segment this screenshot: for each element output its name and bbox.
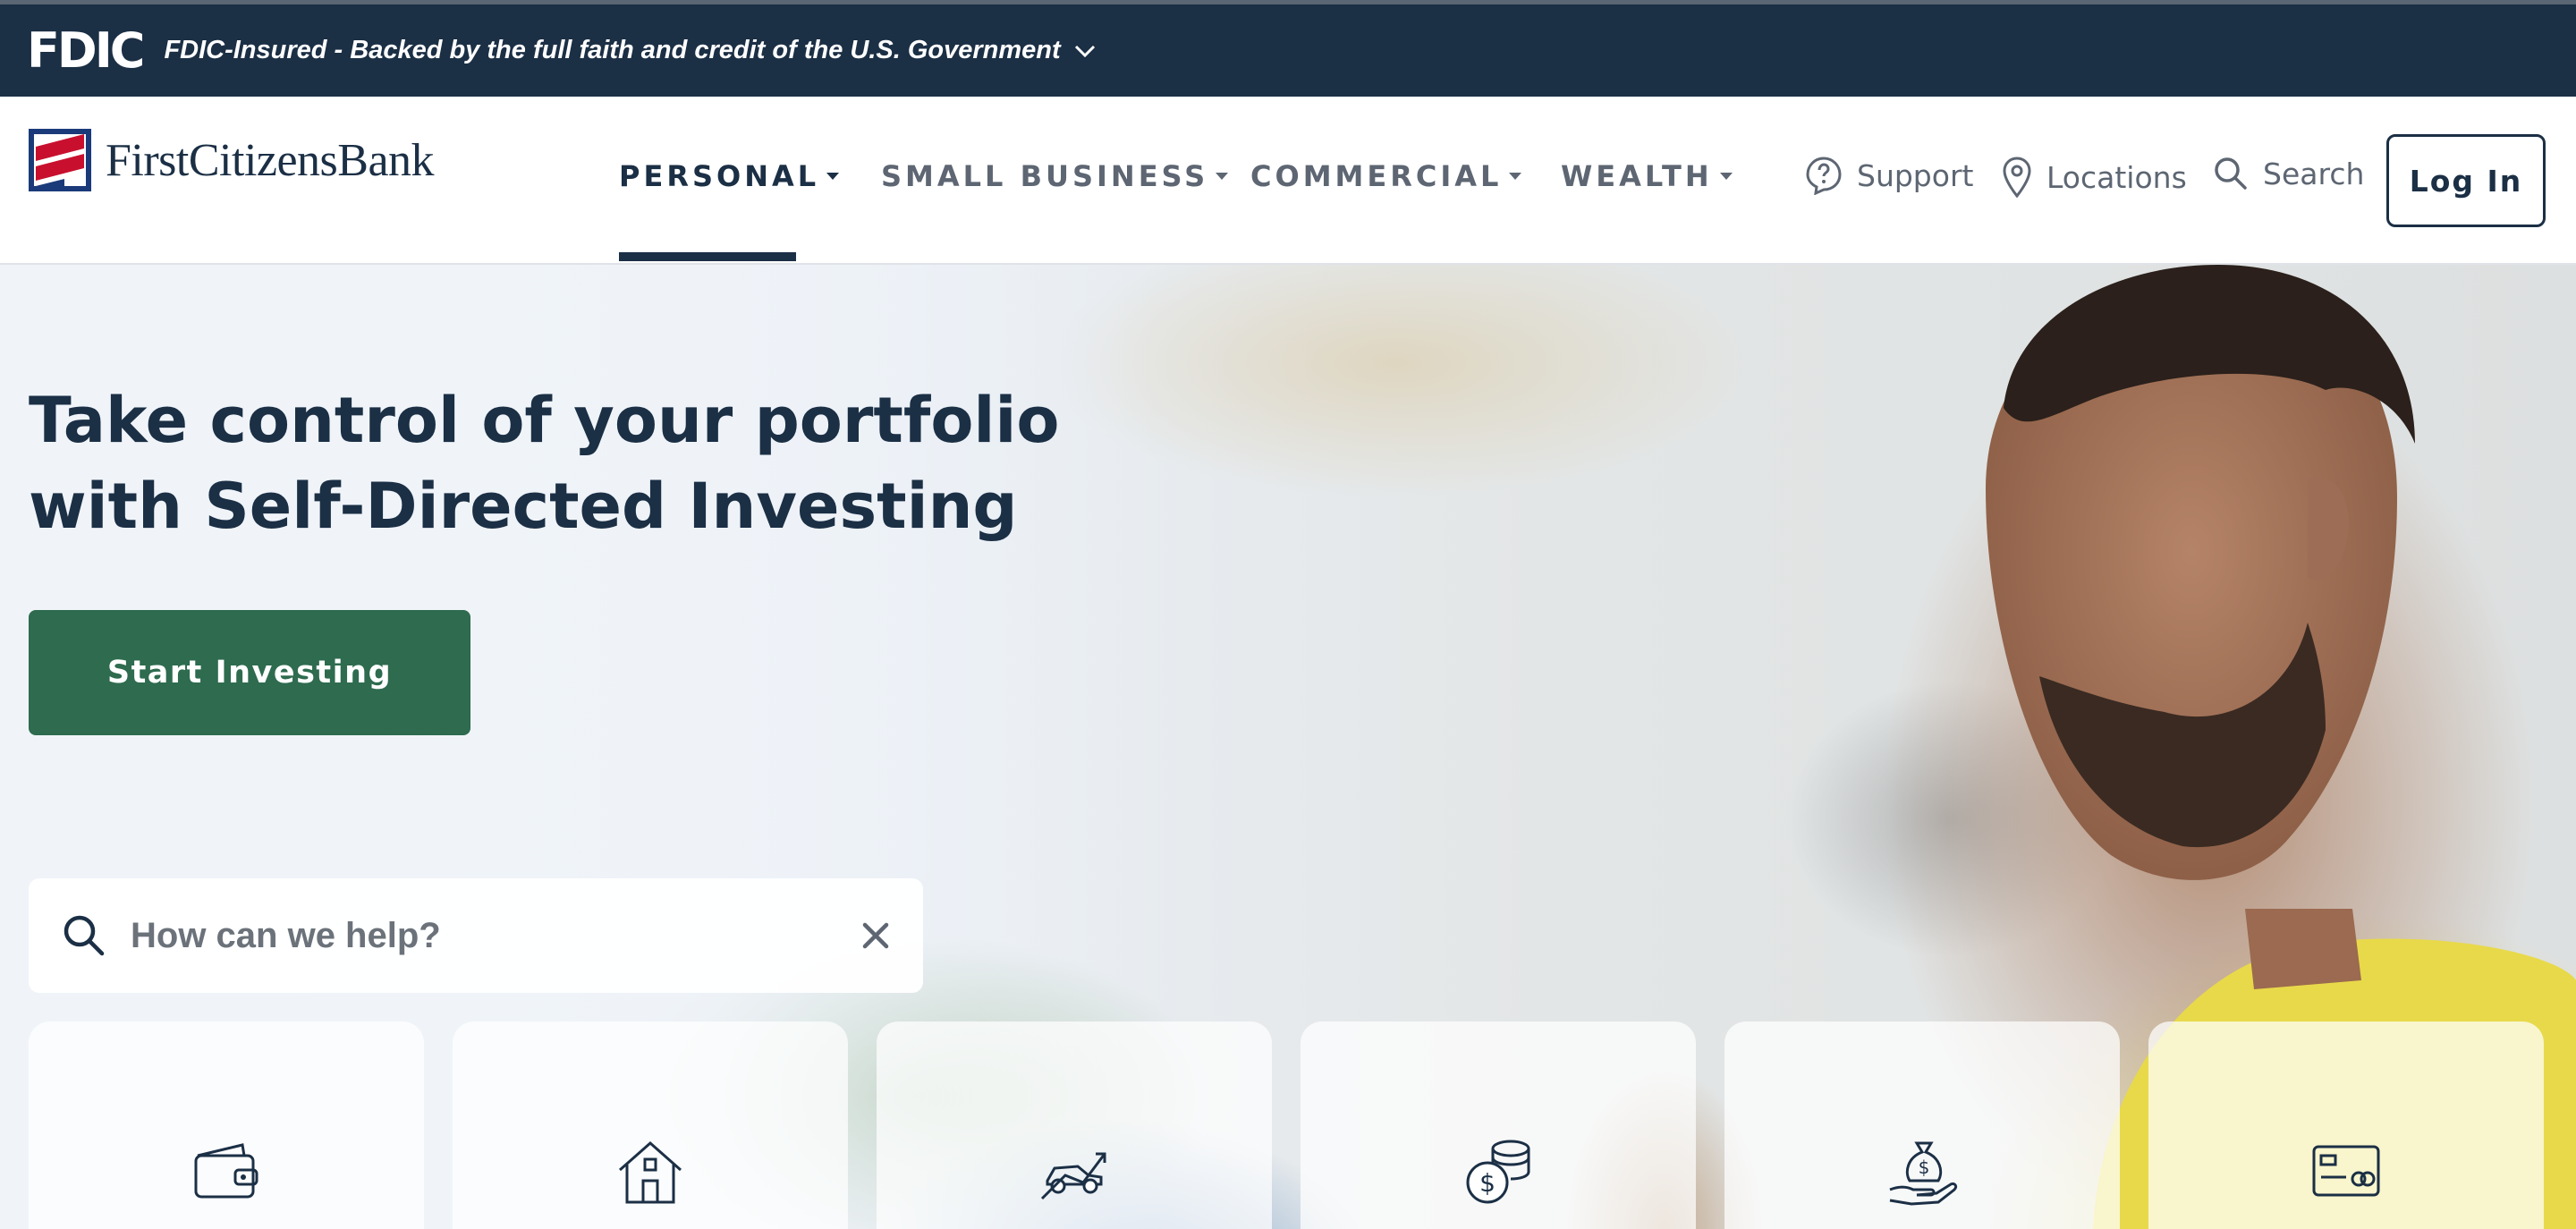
caret-down-icon — [1216, 173, 1229, 180]
caret-down-icon — [1719, 173, 1733, 180]
log-in-button[interactable]: Log In — [2386, 134, 2546, 227]
brand-name: FirstCitizensBank — [106, 134, 435, 186]
search-label: Search — [2263, 156, 2365, 191]
car-icon — [1040, 1152, 1106, 1200]
flag-logo-icon — [29, 129, 91, 191]
close-icon[interactable] — [860, 920, 891, 951]
start-investing-button[interactable]: Start Investing — [29, 610, 470, 735]
tile-credit-card[interactable] — [2148, 1021, 2544, 1229]
nav-commercial[interactable]: COMMERCIAL — [1250, 159, 1522, 193]
locations-label: Locations — [2046, 159, 2187, 195]
brand-logo[interactable]: FirstCitizensBank — [29, 129, 435, 191]
money-bag-hand-icon: $ — [1889, 1141, 1958, 1206]
tile-savings[interactable]: $ — [1301, 1021, 1696, 1229]
chevron-down-icon[interactable] — [1072, 38, 1098, 64]
map-pin-icon — [2003, 157, 2031, 199]
tile-auto[interactable] — [877, 1021, 1272, 1229]
credit-card-icon — [2312, 1145, 2380, 1197]
tile-wallet[interactable] — [29, 1021, 424, 1229]
tile-investing[interactable]: $ — [1724, 1021, 2120, 1229]
hero-banner: Take control of your portfolio with Self… — [0, 265, 2576, 1229]
nav-personal[interactable]: PERSONAL — [619, 159, 840, 193]
search-link[interactable]: Search — [2213, 156, 2364, 191]
hero-headline: Take control of your portfolio with Self… — [29, 377, 1060, 549]
support-link[interactable]: Support — [1805, 156, 1973, 195]
nav-label: COMMERCIAL — [1250, 159, 1503, 193]
nav-small-business[interactable]: SMALL BUSINESS — [881, 159, 1229, 193]
search-icon — [2215, 157, 2247, 190]
help-search-input[interactable]: How can we help? — [131, 916, 860, 956]
nav-label: SMALL BUSINESS — [881, 159, 1209, 193]
product-tiles: $ $ — [29, 1021, 2547, 1229]
svg-text:$: $ — [1919, 1157, 1930, 1178]
caret-down-icon — [826, 173, 840, 180]
question-bubble-icon — [1806, 157, 1842, 195]
nav-label: WEALTH — [1561, 159, 1713, 193]
fdic-banner: FDIC FDIC-Insured - Backed by the full f… — [0, 0, 2576, 97]
headline-line-1: Take control of your portfolio — [29, 384, 1060, 457]
fdic-logo: FDIC — [27, 21, 145, 79]
site-header: FirstCitizensBank PERSONAL SMALL BUSINES… — [0, 97, 2576, 265]
nav-wealth[interactable]: WEALTH — [1561, 159, 1733, 193]
support-label: Support — [1857, 157, 1974, 193]
fdic-insured-text: FDIC-Insured - Backed by the full faith … — [164, 36, 1061, 64]
caret-down-icon — [1509, 173, 1522, 180]
coins-icon: $ — [1466, 1140, 1530, 1204]
nav-label: PERSONAL — [619, 159, 820, 193]
tile-home[interactable] — [453, 1021, 848, 1229]
active-nav-indicator — [619, 252, 796, 261]
wallet-icon — [194, 1143, 258, 1199]
locations-link[interactable]: Locations — [2002, 156, 2187, 199]
headline-line-2: with Self-Directed Investing — [29, 470, 1018, 543]
search-icon — [64, 915, 105, 956]
svg-text:$: $ — [1479, 1168, 1496, 1198]
help-search-box[interactable]: How can we help? — [29, 878, 923, 993]
house-icon — [619, 1140, 682, 1204]
